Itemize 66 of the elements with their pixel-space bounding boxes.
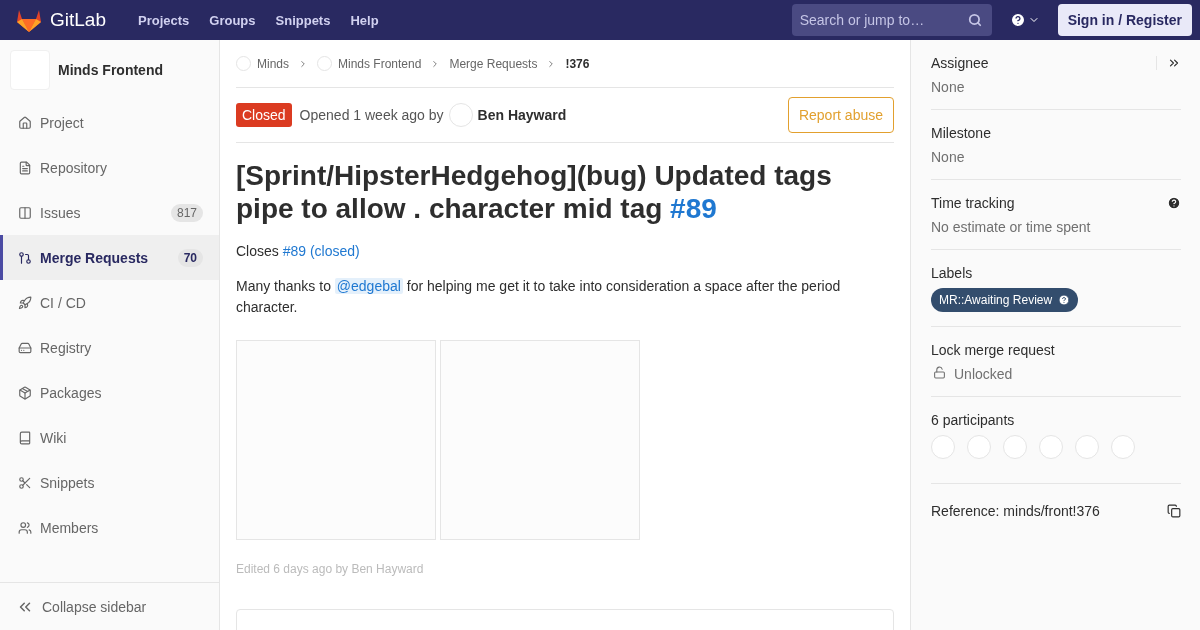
count-badge: 70 (177, 248, 203, 267)
collapse-sidebar-button[interactable]: Collapse sidebar (0, 582, 219, 630)
chevron-icon (298, 58, 308, 69)
section-title: 6 participants (931, 412, 1015, 428)
opened-text: Opened 1 week ago by (299, 107, 444, 123)
label-tag[interactable]: MR::Awaiting Review (931, 288, 1079, 312)
sidebar-item[interactable]: Packages (0, 370, 219, 415)
description-paragraph: Closes #89 (closed) (236, 242, 361, 261)
section-title: Time tracking (931, 195, 1015, 211)
avatar (448, 103, 473, 127)
merge-request-title: [Sprint/HipsterHedgehog](bug) Updated tags pipe to allow . character mid tag #89 (236, 159, 833, 225)
book-icon (18, 430, 32, 445)
sidebar-item[interactable]: Registry (0, 325, 219, 370)
edited-note: Edited 6 days ago by Ben Hayward (236, 562, 425, 576)
section-value: None (931, 149, 965, 165)
unlock-icon (933, 366, 946, 379)
issue-link[interactable]: #89 (670, 193, 717, 224)
section-title: Lock merge request (931, 342, 1055, 358)
package-icon (18, 385, 32, 400)
user-mention[interactable]: @edgebal (334, 278, 403, 294)
issue-link[interactable]: #89 (closed) (282, 243, 360, 259)
status-badge: Closed (236, 103, 292, 127)
rocket-icon (18, 295, 32, 310)
nav-link[interactable]: Help (350, 12, 379, 28)
fox-logo (16, 8, 42, 32)
sidebar-item[interactable]: Members (0, 505, 219, 550)
search-icon (967, 13, 982, 27)
sidebar-item[interactable]: Merge Requests 70 (0, 235, 219, 280)
nav-link[interactable]: Projects (138, 12, 190, 28)
hard-drive-icon (18, 340, 32, 355)
help-icon[interactable] (1009, 12, 1026, 28)
description-paragraph: Many thanks to @edgebal for helping me get it to take into consideration a space after the period character. (236, 277, 842, 317)
copy-icon[interactable] (1167, 504, 1181, 518)
nav-link[interactable]: Snippets (275, 12, 331, 28)
section-title: Reference: minds/front!376 (931, 503, 1100, 519)
author-link[interactable]: Ben Hayward (477, 107, 567, 123)
project-name[interactable]: Minds Frontend (58, 62, 163, 78)
columns-icon (18, 205, 32, 220)
section-title: Labels (931, 265, 973, 281)
breadcrumb-link[interactable]: !376 (565, 56, 590, 71)
help-icon[interactable] (1058, 294, 1071, 306)
sidebar-item[interactable]: Snippets (0, 460, 219, 505)
section-value: None (931, 79, 965, 95)
sidebar-item[interactable]: Wiki (0, 415, 219, 460)
breadcrumb-link[interactable]: Merge Requests (449, 56, 538, 71)
scissors-icon (18, 475, 32, 490)
section-value: Unlocked (954, 366, 1013, 382)
nav-link[interactable]: Groups (209, 12, 256, 28)
count-badge: 817 (170, 203, 203, 222)
expand-sidebar-icon[interactable] (1167, 56, 1181, 70)
sign-in-button[interactable]: Sign in / Register (1057, 4, 1192, 36)
search-field[interactable]: Search or jump to… (791, 4, 992, 36)
file-icon (18, 160, 32, 175)
users-icon (18, 520, 32, 535)
logo-text[interactable]: GitLab (50, 9, 106, 31)
section-title: Assignee (931, 55, 989, 71)
sidebar-item[interactable]: CI / CD (0, 280, 219, 325)
section-value: No estimate or time spent (931, 219, 1091, 235)
section-title: Milestone (931, 125, 991, 141)
breadcrumb-link[interactable]: Minds Frontend (338, 56, 422, 71)
sidebar-item[interactable]: Issues 817 (0, 190, 219, 235)
sidebar-item[interactable]: Project (0, 100, 219, 145)
merge-request-icon (18, 250, 32, 265)
home-icon (18, 115, 32, 130)
sidebar-item[interactable]: Repository (0, 145, 219, 190)
breadcrumb-link[interactable]: Minds (257, 56, 289, 71)
